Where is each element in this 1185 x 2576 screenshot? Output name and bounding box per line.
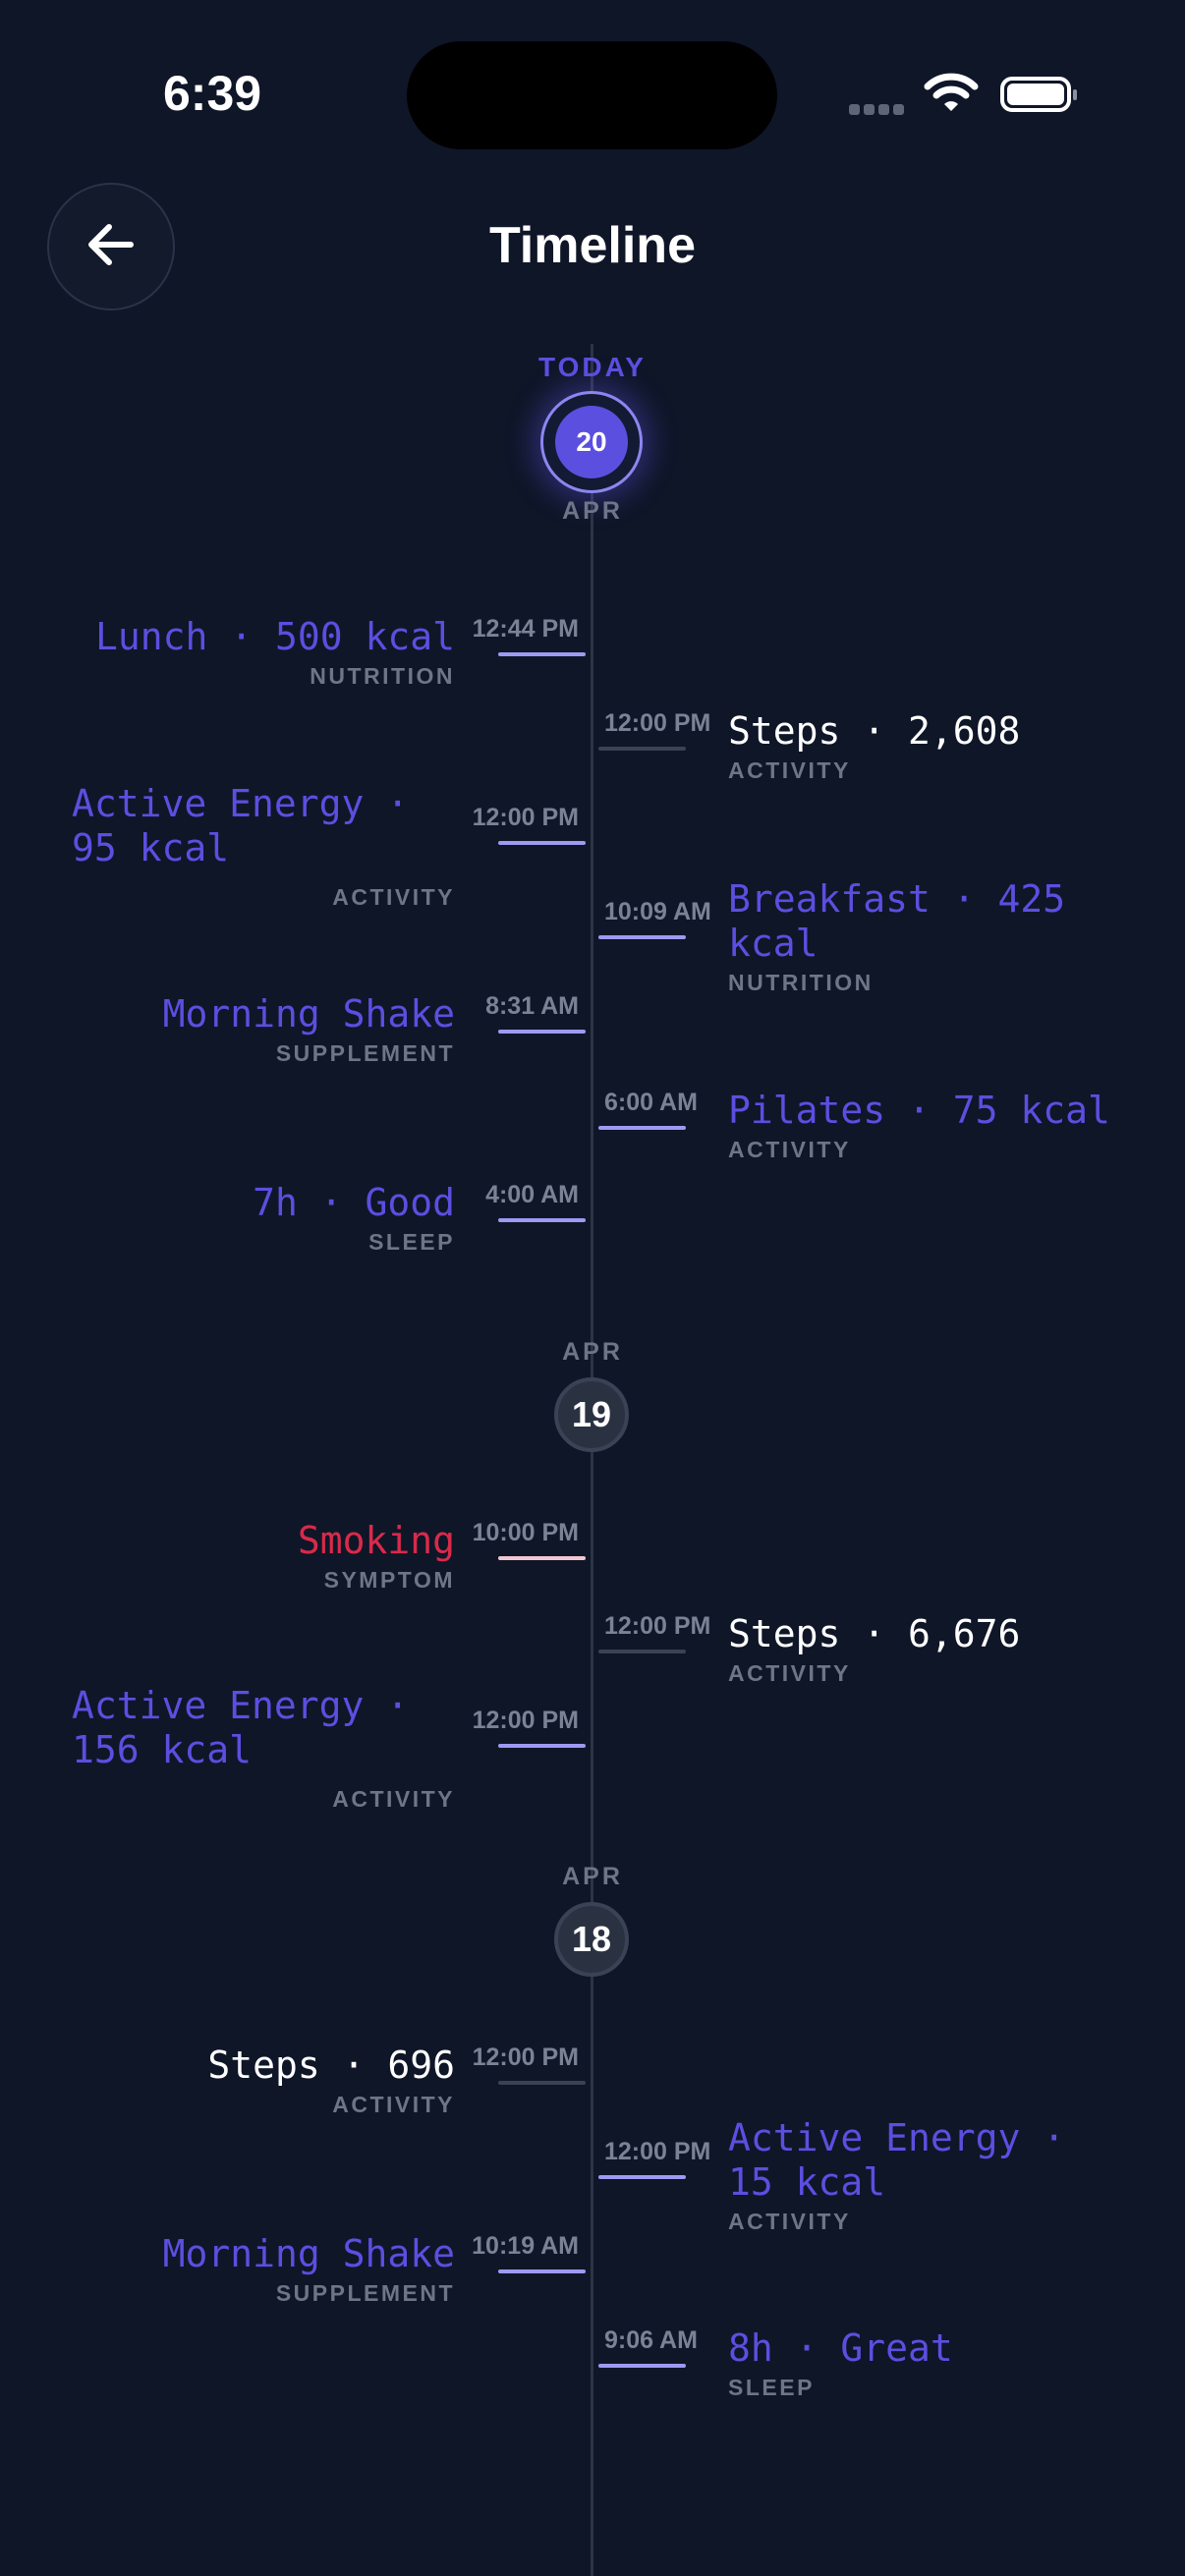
entry-time: 12:00 PM (604, 1612, 711, 1640)
timeline-entry[interactable]: Active Energy · 156 kcal ACTIVITY (72, 1684, 455, 1813)
entry-time: 8:31 AM (485, 992, 579, 1020)
timeline-entry[interactable]: Steps · 6,676 ACTIVITY (728, 1612, 1020, 1687)
month-label: APR (562, 497, 623, 525)
entry-tick (498, 841, 586, 845)
entry-time: 9:06 AM (604, 2326, 698, 2354)
entry-time: 4:00 AM (485, 1181, 579, 1208)
entry-tick (598, 1126, 686, 1130)
entry-title: Active Energy · 15 kcal (728, 2116, 1066, 2204)
entry-time: 10:00 PM (472, 1519, 579, 1546)
timeline-entry[interactable]: Active Energy · 95 kcal ACTIVITY (72, 782, 455, 911)
entry-time: 10:19 AM (472, 2232, 579, 2260)
timeline-entry[interactable]: Steps · 2,608 ACTIVITY (728, 709, 1020, 784)
entry-category: ACTIVITY (728, 757, 851, 783)
entry-tick (598, 747, 686, 751)
today-label: TODAY (538, 352, 647, 382)
timeline-entry[interactable]: Breakfast · 425 kcal NUTRITION (728, 877, 1121, 996)
entry-time: 12:00 PM (604, 709, 711, 737)
entry-category: SLEEP (728, 2375, 815, 2400)
entry-tick (498, 1218, 586, 1222)
entry-title: Steps · 2,608 (728, 709, 1021, 753)
entry-category: NUTRITION (310, 663, 455, 689)
entry-tick (498, 1556, 586, 1560)
month-label: APR (562, 1338, 623, 1366)
entry-title: Lunch · 500 kcal (94, 615, 455, 658)
entry-tick (498, 1030, 586, 1034)
entry-time: 12:00 PM (472, 1707, 579, 1734)
wifi-icon (924, 73, 979, 119)
status-time: 6:39 (163, 66, 262, 121)
timeline-entry[interactable]: Pilates · 75 kcal ACTIVITY (728, 1089, 1110, 1163)
entry-tick (598, 2364, 686, 2368)
timeline-entry[interactable]: Morning Shake SUPPLEMENT (163, 2232, 455, 2307)
entry-category: SYMPTOM (323, 1567, 455, 1593)
timeline-entry[interactable]: Morning Shake SUPPLEMENT (163, 992, 455, 1067)
entry-title: Pilates · 75 kcal (728, 1089, 1110, 1132)
timeline-axis (591, 344, 593, 2576)
page-title: Timeline (488, 217, 696, 274)
entry-time: 12:00 PM (472, 2044, 579, 2071)
timeline-entry[interactable]: Smoking SYMPTOM (298, 1519, 455, 1594)
entry-tick (498, 1744, 586, 1748)
day-marker[interactable]: 18 (554, 1902, 629, 1977)
entry-title: Morning Shake (162, 2232, 455, 2275)
entry-tick (498, 652, 586, 656)
entry-category: SUPPLEMENT (275, 2280, 455, 2306)
day-marker-today[interactable]: 20 (540, 391, 643, 493)
timeline-entry[interactable]: Steps · 696 ACTIVITY (207, 2044, 455, 2118)
entry-title: Active Energy · 95 kcal (72, 782, 410, 869)
entry-category: ACTIVITY (728, 2209, 851, 2234)
entry-time: 12:00 PM (604, 2138, 711, 2165)
entry-category: ACTIVITY (332, 884, 455, 910)
entry-category: NUTRITION (728, 970, 874, 995)
entry-tick (498, 2081, 586, 2085)
day-number: 20 (555, 406, 628, 478)
timeline-entry[interactable]: Lunch · 500 kcal NUTRITION (95, 615, 455, 690)
entry-tick (498, 2269, 586, 2273)
entry-title: Morning Shake (162, 992, 455, 1036)
signal-dots-icon (849, 102, 908, 120)
timeline-entry[interactable]: Active Energy · 15 kcal ACTIVITY (728, 2116, 1121, 2235)
entry-tick (598, 1650, 686, 1653)
dynamic-island (407, 41, 777, 149)
entry-time: 12:44 PM (472, 615, 579, 643)
entry-category: ACTIVITY (728, 1137, 851, 1162)
entry-category: SUPPLEMENT (275, 1040, 455, 1066)
entry-title: Steps · 696 (207, 2044, 455, 2087)
timeline-entry[interactable]: 8h · Great SLEEP (728, 2326, 953, 2401)
entry-category: ACTIVITY (728, 1660, 851, 1686)
entry-title: 7h · Good (253, 1181, 455, 1224)
entry-time: 6:00 AM (604, 1089, 698, 1116)
entry-title: Steps · 6,676 (728, 1612, 1021, 1655)
entry-title: Active Energy · 156 kcal (72, 1684, 410, 1771)
month-label: APR (562, 1863, 623, 1890)
entry-title: Breakfast · 425 kcal (728, 877, 1066, 965)
entry-title: 8h · Great (728, 2326, 953, 2370)
entry-time: 12:00 PM (472, 804, 579, 831)
entry-title: Smoking (297, 1519, 455, 1562)
entry-time: 10:09 AM (604, 898, 711, 925)
entry-tick (598, 2175, 686, 2179)
day-marker[interactable]: 19 (554, 1377, 629, 1452)
entry-category: ACTIVITY (332, 2092, 455, 2117)
entry-tick (598, 935, 686, 939)
timeline-entry[interactable]: 7h · Good SLEEP (253, 1181, 455, 1256)
entry-category: SLEEP (368, 1229, 455, 1255)
battery-icon (1000, 77, 1077, 112)
entry-category: ACTIVITY (332, 1786, 455, 1812)
